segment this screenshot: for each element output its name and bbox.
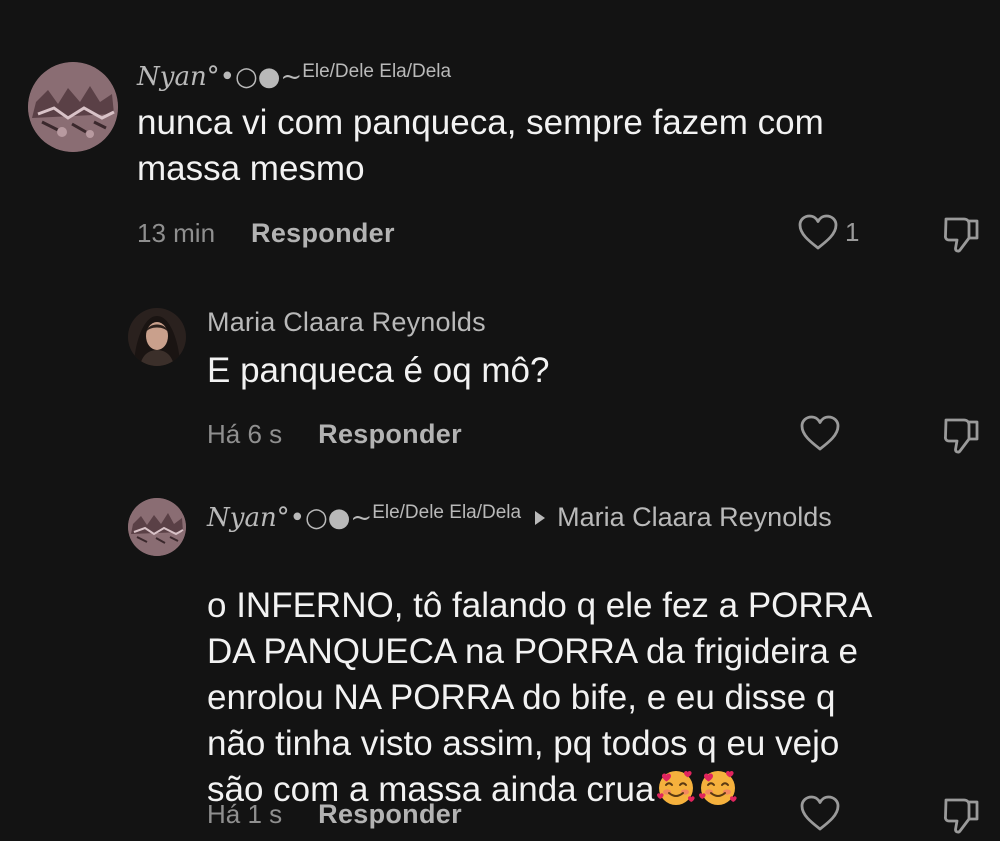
author-nickname: Nyan°•○●~ [137,62,303,92]
author-nickname: Nyan°•○●~ [207,503,373,533]
comment-meta: Há 1 s Responder [207,798,462,830]
comment-time: Há 6 s [207,419,283,449]
avatar-image [128,308,186,366]
comment-author[interactable]: Maria Claara Reynolds [207,307,486,337]
reply-button[interactable]: Responder [251,218,395,248]
heart-outline-icon [798,214,838,250]
comment-meta: 13 min Responder [137,217,395,249]
comment-time: 13 min [137,218,216,248]
comment-text: E panqueca é oq mô? [207,351,550,390]
heart-outline-icon [800,795,840,831]
dislike-button[interactable] [942,794,982,841]
reply-item: Nyan°•○●~Ele/Dele Ela/Dela Maria Claara R… [0,480,1000,840]
smiling-face-with-hearts-emoji [699,771,738,805]
avatar[interactable] [28,62,118,152]
comment-author[interactable]: Nyan°•○●~Ele/Dele Ela/Dela [137,57,451,92]
like-button[interactable]: 1 [797,213,859,251]
comment-text: o INFERNO, tô falando q ele fez a PORRA … [207,537,997,813]
comment-meta: Há 6 s Responder [207,418,462,450]
comment-text: nunca vi com panqueca, sempre fazem com … [137,103,824,188]
reply-to-user[interactable]: Maria Claara Reynolds [557,502,832,532]
thumbs-down-outline-icon [944,798,979,834]
comment-item: Nyan°•○●~Ele/Dele Ela/Dela nunca vi com … [0,0,1000,280]
reply-item: Maria Claara Reynolds E panqueca é oq mô… [0,290,1000,470]
thumbs-down-outline-icon [944,217,979,253]
heart-outline-icon [800,415,840,451]
avatar-image [128,498,186,556]
dislike-button[interactable] [942,414,982,461]
thumbs-down-outline-icon [944,418,979,454]
reply-button[interactable]: Responder [318,419,462,449]
author-pronouns: Ele/Dele Ela/Dela [302,61,452,82]
avatar[interactable] [128,308,186,366]
reply-arrow-icon [535,511,546,525]
like-button[interactable] [799,794,841,832]
avatar[interactable] [128,498,186,556]
comment-time: Há 1 s [207,799,283,829]
comment-text-content: o INFERNO, tô falando q ele fez a PORRA … [207,586,873,809]
smiling-face-with-hearts-emoji [657,771,696,805]
author-pronouns: Ele/Dele Ela/Dela [372,502,522,523]
reply-button[interactable]: Responder [318,799,462,829]
comment-author[interactable]: Nyan°•○●~Ele/Dele Ela/Dela Maria Claara R… [207,498,832,533]
dislike-button[interactable] [942,213,982,260]
like-count: 1 [845,216,860,247]
avatar-image [28,62,118,152]
like-button[interactable] [799,414,841,452]
author-name: Maria Claara Reynolds [207,307,486,337]
